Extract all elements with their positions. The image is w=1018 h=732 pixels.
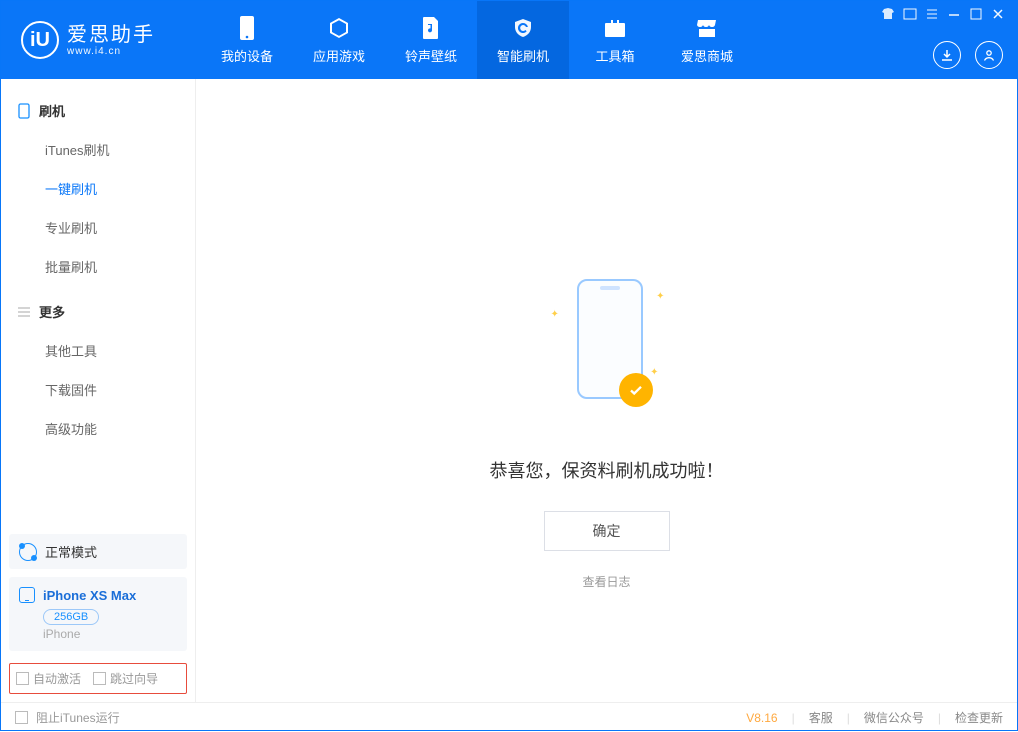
view-log-link[interactable]: 查看日志 xyxy=(397,573,817,590)
sidebar-item-batch-flash[interactable]: 批量刷机 xyxy=(1,247,195,286)
minimize-icon[interactable] xyxy=(947,7,961,21)
refresh-shield-icon xyxy=(511,16,535,40)
tab-label: 应用游戏 xyxy=(313,46,365,65)
device-name: iPhone XS Max xyxy=(43,588,136,603)
tab-label: 铃声壁纸 xyxy=(405,46,457,65)
sidebar-item-oneclick-flash[interactable]: 一键刷机 xyxy=(1,169,195,208)
main-tabs: 我的设备 应用游戏 铃声壁纸 智能刷机 工具箱 爱思商城 xyxy=(201,1,753,79)
ok-button[interactable]: 确定 xyxy=(544,511,670,551)
logo-icon: iU xyxy=(21,21,59,59)
phone-icon xyxy=(235,16,259,40)
tab-label: 我的设备 xyxy=(221,46,273,65)
mode-label: 正常模式 xyxy=(45,542,97,561)
maximize-icon[interactable] xyxy=(969,7,983,21)
tab-flash[interactable]: 智能刷机 xyxy=(477,1,569,79)
tab-label: 智能刷机 xyxy=(497,46,549,65)
tab-media[interactable]: 铃声壁纸 xyxy=(385,1,477,79)
success-illustration: ✦ ✦ ✦ xyxy=(547,279,667,429)
account-button[interactable] xyxy=(975,41,1003,69)
music-file-icon xyxy=(419,16,443,40)
sidebar-heading-label: 更多 xyxy=(39,302,65,321)
sidebar-item-advanced[interactable]: 高级功能 xyxy=(1,409,195,448)
menu-icon[interactable] xyxy=(925,7,939,21)
flash-options: 自动激活 跳过向导 xyxy=(9,663,187,694)
tab-toolbox[interactable]: 工具箱 xyxy=(569,1,661,79)
sidebar-item-download-firmware[interactable]: 下载固件 xyxy=(1,370,195,409)
device-capacity: 256GB xyxy=(43,609,99,625)
version-label: V8.16 xyxy=(746,711,777,725)
check-badge-icon xyxy=(619,373,653,407)
skip-guide-checkbox[interactable]: 跳过向导 xyxy=(93,670,158,687)
tab-device[interactable]: 我的设备 xyxy=(201,1,293,79)
tab-store[interactable]: 爱思商城 xyxy=(661,1,753,79)
tab-label: 工具箱 xyxy=(595,46,634,65)
tab-apps[interactable]: 应用游戏 xyxy=(293,1,385,79)
mode-indicator[interactable]: 正常模式 xyxy=(9,534,187,569)
download-button[interactable] xyxy=(933,41,961,69)
support-link[interactable]: 客服 xyxy=(809,709,833,726)
main-panel: ✦ ✦ ✦ 恭喜您，保资料刷机成功啦！ 确定 查看日志 xyxy=(196,79,1017,702)
sidebar: 刷机 iTunes刷机 一键刷机 专业刷机 批量刷机 更多 其他工具 下载固件 … xyxy=(1,79,196,702)
status-bar: 阻止iTunes运行 V8.16 | 客服 | 微信公众号 | 检查更新 xyxy=(1,702,1017,732)
check-update-link[interactable]: 检查更新 xyxy=(955,709,1003,726)
app-logo: iU 爱思助手 www.i4.cn xyxy=(1,21,201,59)
sidebar-heading-more: 更多 xyxy=(1,292,195,331)
brand-name: 爱思助手 xyxy=(67,24,155,46)
list-icon xyxy=(17,305,31,319)
block-itunes-checkbox[interactable]: 阻止iTunes运行 xyxy=(15,709,120,726)
checkbox-label: 自动激活 xyxy=(33,670,81,687)
sidebar-heading-label: 刷机 xyxy=(39,101,65,120)
success-message: 恭喜您，保资料刷机成功啦！ xyxy=(397,457,817,483)
window-controls xyxy=(881,7,1005,21)
close-icon[interactable] xyxy=(991,7,1005,21)
cube-icon xyxy=(327,16,351,40)
sidebar-heading-flash: 刷机 xyxy=(1,91,195,130)
title-bar: iU 爱思助手 www.i4.cn 我的设备 应用游戏 铃声壁纸 智能刷机 工具… xyxy=(1,1,1017,79)
device-outline-icon xyxy=(17,104,31,118)
store-icon xyxy=(695,16,719,40)
checkbox-label: 跳过向导 xyxy=(110,670,158,687)
brand-url: www.i4.cn xyxy=(67,46,155,57)
device-type: iPhone xyxy=(43,627,177,641)
toolbox-icon xyxy=(603,16,627,40)
window-icon[interactable] xyxy=(903,7,917,21)
device-icon xyxy=(19,587,35,603)
wechat-link[interactable]: 微信公众号 xyxy=(864,709,924,726)
device-card[interactable]: iPhone XS Max 256GB iPhone xyxy=(9,577,187,651)
sparkle-icon: ✦ xyxy=(650,367,658,378)
sparkle-icon: ✦ xyxy=(551,309,559,320)
auto-activate-checkbox[interactable]: 自动激活 xyxy=(16,670,81,687)
sidebar-item-other-tools[interactable]: 其他工具 xyxy=(1,331,195,370)
sidebar-item-pro-flash[interactable]: 专业刷机 xyxy=(1,208,195,247)
tab-label: 爱思商城 xyxy=(681,46,733,65)
shirt-icon[interactable] xyxy=(881,7,895,21)
sidebar-item-itunes-flash[interactable]: iTunes刷机 xyxy=(1,130,195,169)
checkbox-label: 阻止iTunes运行 xyxy=(36,709,120,726)
mode-icon xyxy=(19,543,37,561)
sparkle-icon: ✦ xyxy=(656,291,664,302)
